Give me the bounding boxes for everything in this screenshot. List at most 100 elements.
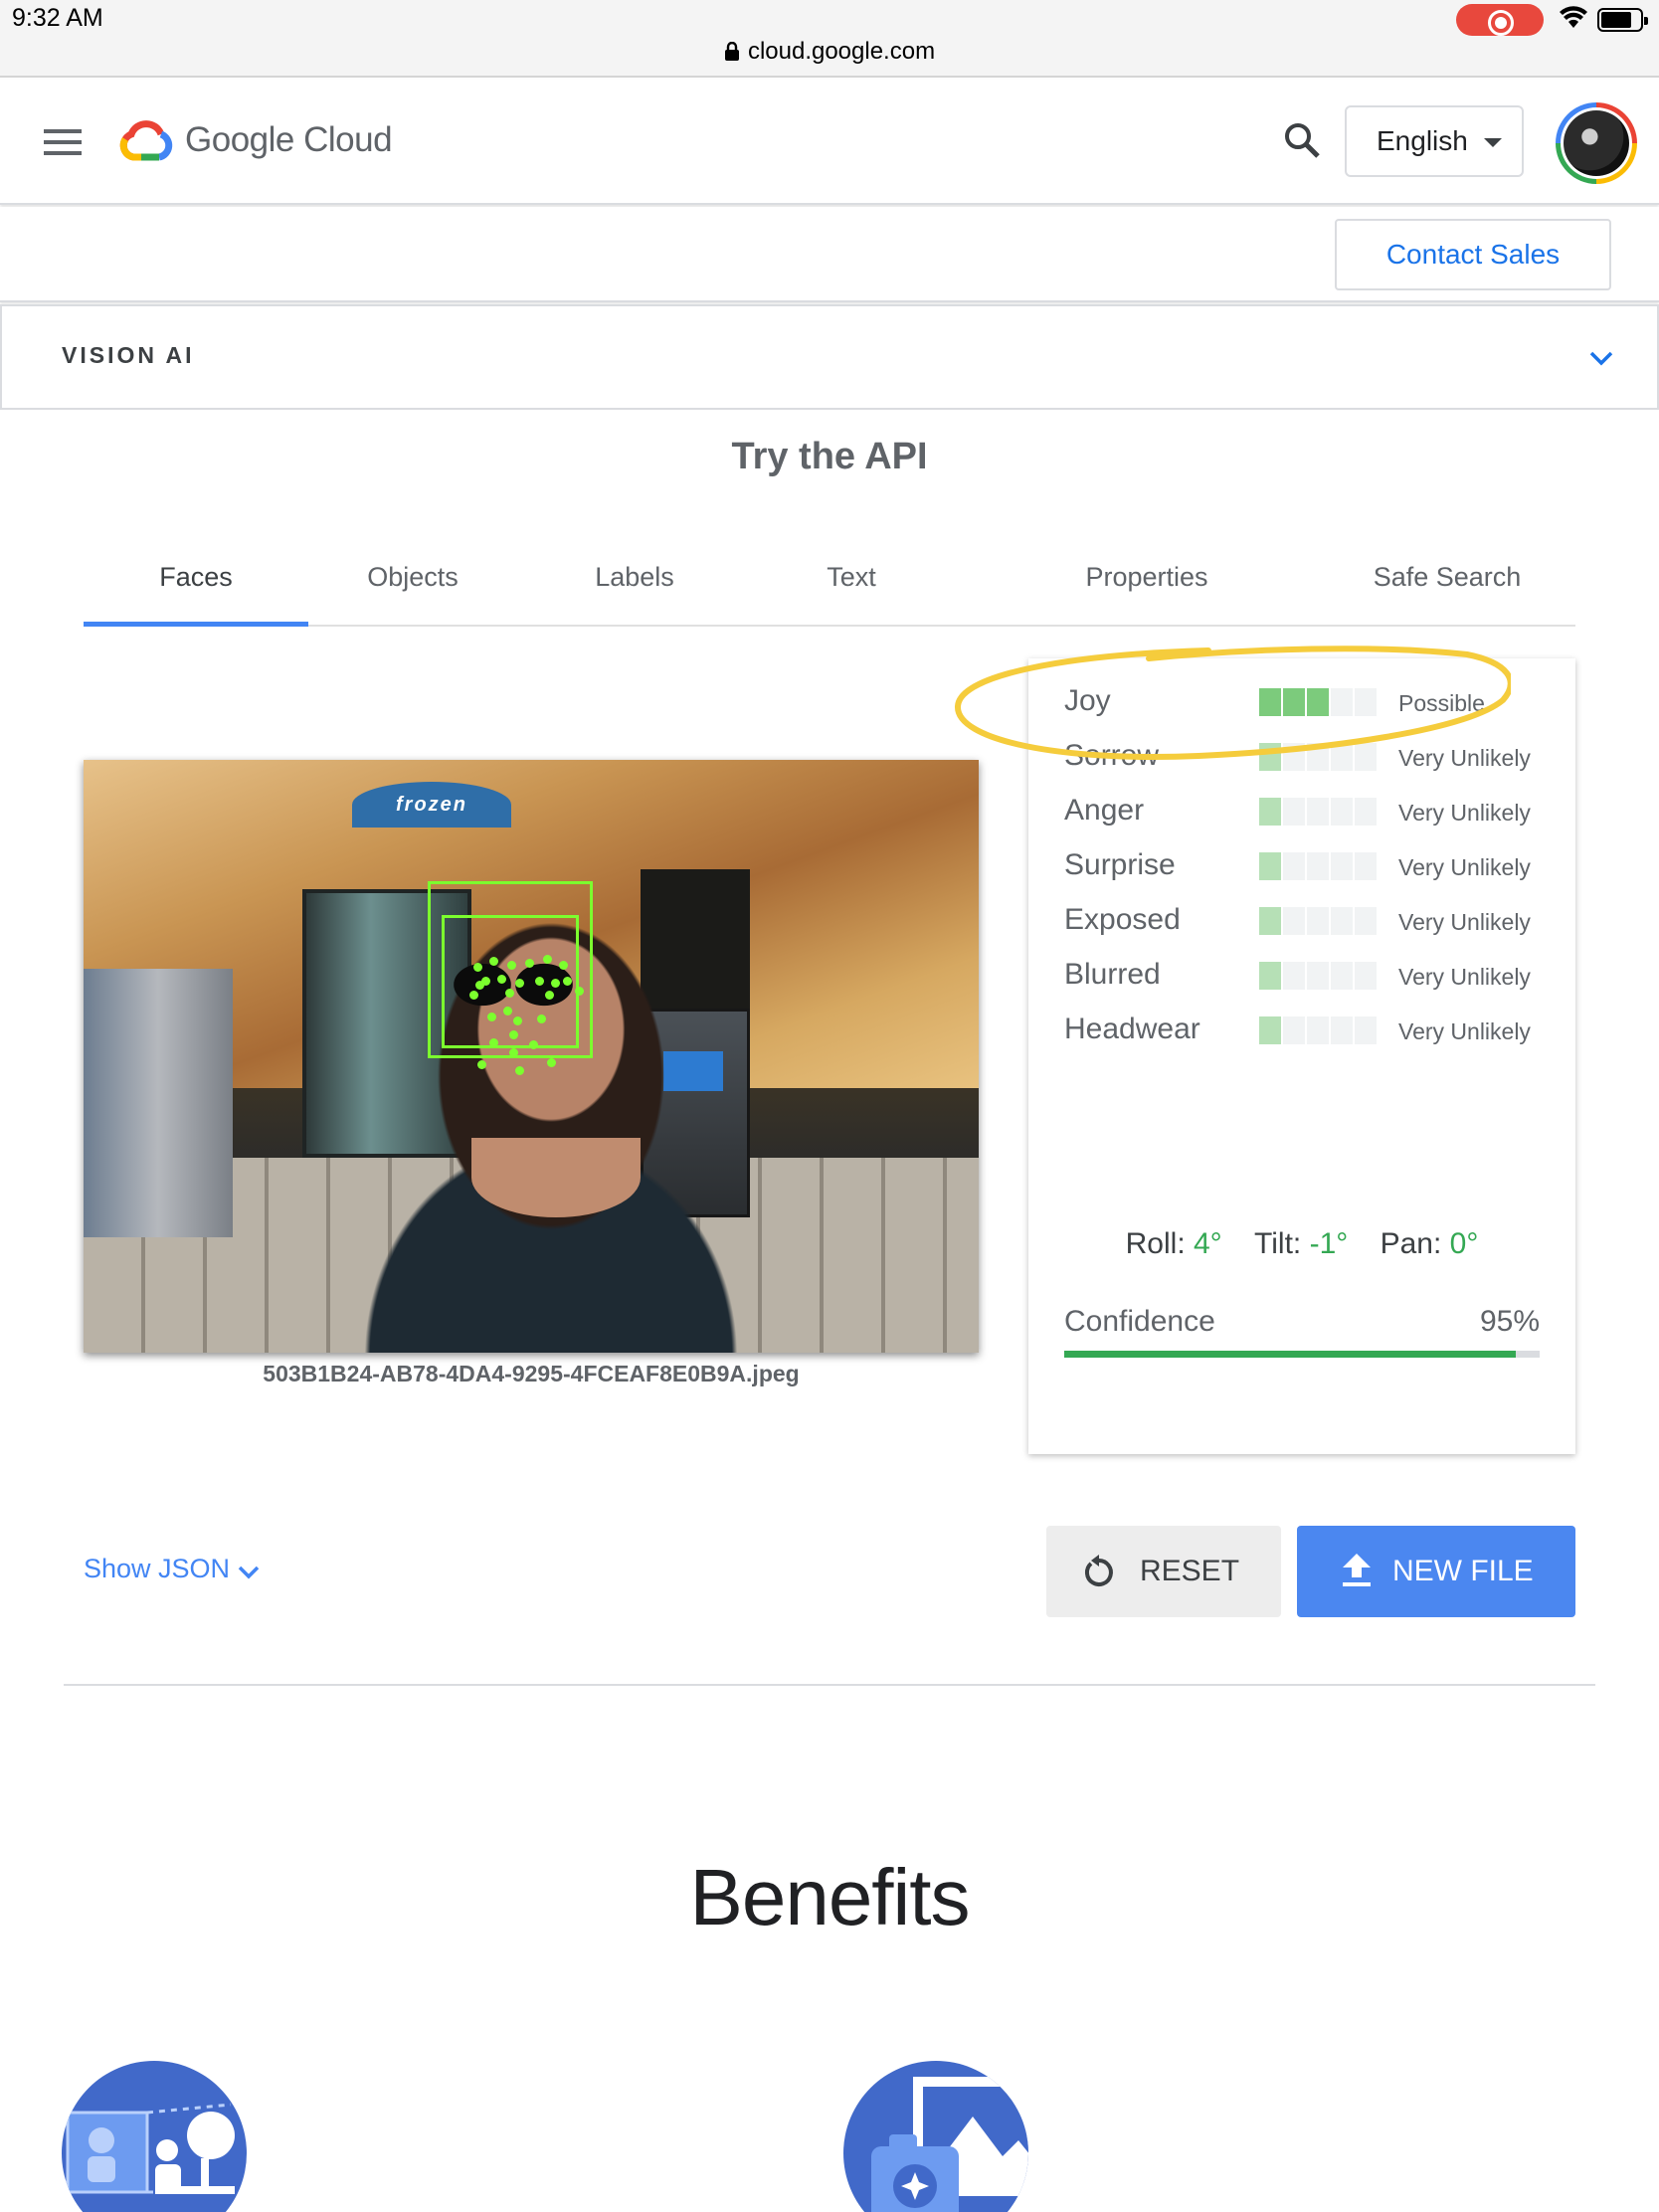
face-landmark-dot <box>497 975 506 984</box>
chevron-down-icon[interactable] <box>1589 350 1613 366</box>
pan-value: 0° <box>1449 1227 1479 1260</box>
tab-safe-search[interactable]: Safe Search <box>1323 549 1571 625</box>
new-file-button[interactable]: NEW FILE <box>1297 1526 1575 1617</box>
face-landmark-dot <box>551 979 560 988</box>
likelihood-segment <box>1355 798 1377 826</box>
new-file-label: NEW FILE <box>1392 1555 1534 1587</box>
reset-button[interactable]: RESET <box>1046 1526 1281 1617</box>
likelihood-segment <box>1283 852 1305 880</box>
likelihood-segment <box>1259 1016 1281 1044</box>
face-landmark-dot <box>563 977 572 986</box>
tab-text[interactable]: Text <box>752 549 951 625</box>
tilt-value: -1° <box>1309 1227 1349 1260</box>
face-landmark-dot <box>535 977 544 986</box>
joy-highlight-annotation <box>954 645 1511 760</box>
roll-value: 4° <box>1194 1227 1222 1260</box>
likelihood-segment <box>1355 1016 1377 1044</box>
face-landmark-dot <box>537 1014 546 1023</box>
face-landmark-dot <box>503 1007 512 1015</box>
tab-labels[interactable]: Labels <box>517 549 752 625</box>
pan-label: Pan: <box>1380 1227 1442 1260</box>
face-landmark-dot <box>469 991 478 1000</box>
face-landmark-dot <box>509 1030 518 1039</box>
likelihood-segment <box>1259 798 1281 826</box>
result-row-headwear: Headwear Very Unlikely <box>1064 1005 1542 1054</box>
wifi-icon <box>1560 6 1587 28</box>
caret-down-icon <box>1484 138 1502 147</box>
result-label: Surprise <box>1064 848 1176 881</box>
show-json-toggle[interactable]: Show JSON <box>84 1554 260 1584</box>
brand-name[interactable]: Google Cloud <box>185 120 393 160</box>
result-row-anger: Anger Very Unlikely <box>1064 786 1542 835</box>
face-landmark-dot <box>515 979 524 988</box>
likelihood-segment <box>1331 907 1353 935</box>
likelihood-meter <box>1259 907 1379 935</box>
likelihood-text: Very Unlikely <box>1398 1018 1531 1044</box>
screen-recording-indicator <box>1456 4 1544 36</box>
likelihood-segment <box>1355 852 1377 880</box>
confidence-bar <box>1064 1351 1516 1358</box>
face-landmark-dot <box>547 1058 556 1067</box>
face-landmark-dot <box>525 959 534 968</box>
section-nav-bar[interactable] <box>0 304 1659 410</box>
face-landmark-dot <box>489 1038 498 1047</box>
google-cloud-logo-icon[interactable] <box>117 117 173 161</box>
face-landmark-dot <box>473 963 482 972</box>
confidence-label: Confidence <box>1064 1305 1215 1338</box>
status-time: 9:32 AM <box>12 4 103 32</box>
search-icon[interactable] <box>1283 121 1321 159</box>
face-landmark-dot <box>475 981 484 990</box>
likelihood-meter <box>1259 962 1379 990</box>
likelihood-segment <box>1355 907 1377 935</box>
chevron-down-icon <box>238 1566 260 1579</box>
face-landmark-dot <box>487 1013 496 1021</box>
face-landmark-dot <box>505 989 514 998</box>
face-landmark-dot <box>575 987 584 996</box>
contact-sales-button[interactable]: Contact Sales <box>1335 219 1611 290</box>
likelihood-segment <box>1283 1016 1305 1044</box>
likelihood-meter <box>1259 852 1379 880</box>
benefits-heading: Benefits <box>689 1853 970 1941</box>
confidence-value: 95% <box>1480 1305 1541 1338</box>
language-label: English <box>1377 125 1468 156</box>
likelihood-text: Very Unlikely <box>1398 909 1531 935</box>
tilt-label: Tilt: <box>1254 1227 1302 1260</box>
avatar[interactable] <box>1556 102 1637 184</box>
face-landmark-dot <box>545 991 554 1000</box>
likelihood-text: Very Unlikely <box>1398 854 1531 880</box>
likelihood-segment <box>1259 852 1281 880</box>
likelihood-text: Very Unlikely <box>1398 800 1531 826</box>
tab-bar: Faces Objects Labels Text Properties Saf… <box>84 549 1575 627</box>
likelihood-segment <box>1307 907 1329 935</box>
divider <box>64 1684 1595 1686</box>
result-row-surprise: Surprise Very Unlikely <box>1064 840 1542 890</box>
tab-faces[interactable]: Faces <box>84 549 308 627</box>
likelihood-segment <box>1331 962 1353 990</box>
insights-illustration-icon <box>62 2061 247 2212</box>
likelihood-text: Very Unlikely <box>1398 964 1531 990</box>
likelihood-segment <box>1331 1016 1353 1044</box>
image-camera-illustration-icon <box>843 2061 1028 2212</box>
language-selector[interactable]: English <box>1345 105 1524 177</box>
face-landmark-dot <box>477 1060 486 1069</box>
face-landmark-dot <box>515 1066 524 1075</box>
likelihood-segment <box>1307 852 1329 880</box>
image-sign: frozen <box>352 782 511 828</box>
hamburger-menu-icon[interactable] <box>44 128 82 156</box>
likelihood-segment <box>1307 798 1329 826</box>
tab-objects[interactable]: Objects <box>308 549 517 625</box>
likelihood-segment <box>1259 907 1281 935</box>
address-bar[interactable]: cloud.google.com <box>0 38 1659 66</box>
result-label: Headwear <box>1064 1013 1200 1045</box>
image-filename: 503B1B24-AB78-4DA4-9295-4FCEAF8E0B9A.jpe… <box>263 1361 800 1386</box>
lock-icon <box>724 41 739 61</box>
likelihood-segment <box>1259 962 1281 990</box>
tab-properties[interactable]: Properties <box>1040 549 1253 625</box>
result-label: Exposed <box>1064 903 1181 936</box>
upload-icon <box>1343 1554 1371 1586</box>
reset-icon <box>1084 1555 1113 1586</box>
likelihood-segment <box>1355 962 1377 990</box>
face-landmark-dot <box>513 1016 522 1025</box>
result-row-blurred: Blurred Very Unlikely <box>1064 950 1542 1000</box>
likelihood-segment <box>1283 962 1305 990</box>
